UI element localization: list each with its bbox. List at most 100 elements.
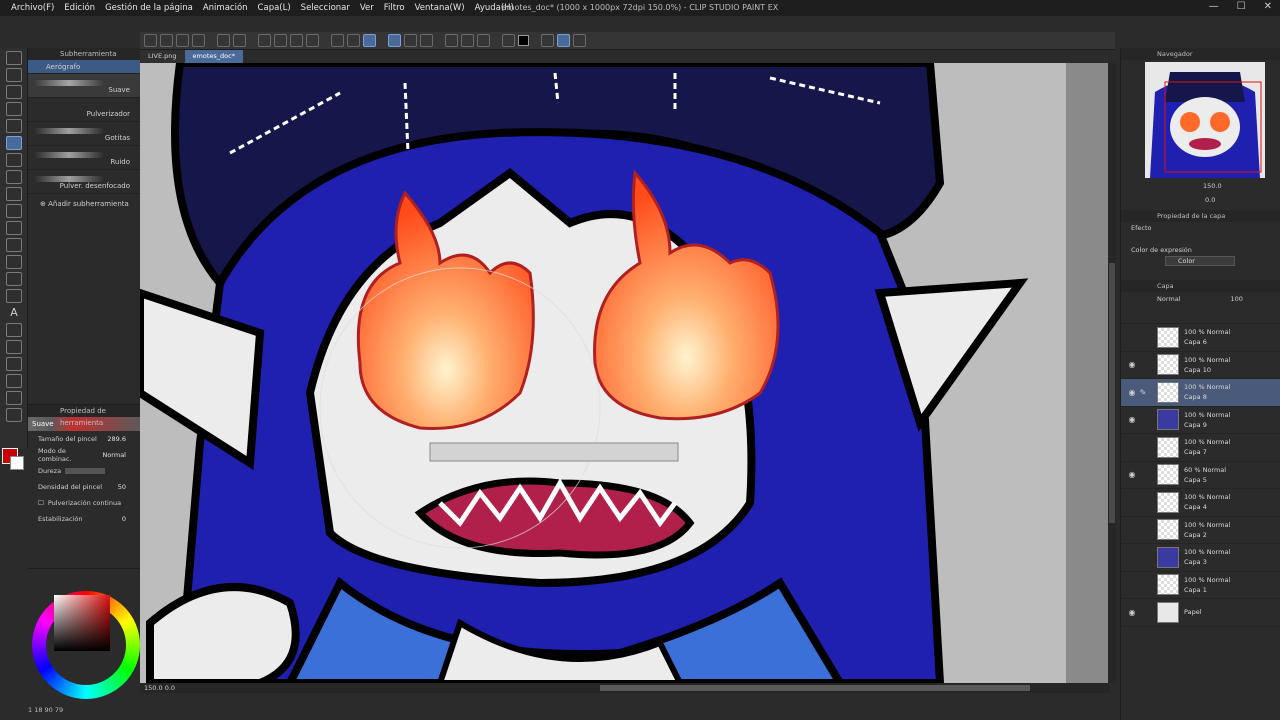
subtool-item-pulverizador[interactable]: Pulverizador [28, 98, 140, 122]
brush-density-value[interactable]: 50 [118, 483, 126, 491]
horizontal-scrollbar[interactable] [140, 683, 1110, 693]
brush-size-value[interactable]: 289.6 [107, 435, 126, 443]
balloon-tool-icon[interactable] [6, 323, 22, 337]
layer-row[interactable]: ◉ 100 % Normal Capa 10 [1121, 352, 1280, 379]
subtool-item-gotitas[interactable]: Gotitas [28, 122, 140, 146]
hand-tool-icon[interactable] [6, 374, 22, 388]
layer-row[interactable]: ◉ Papel [1121, 599, 1280, 627]
gradient-tool-icon[interactable] [6, 204, 22, 218]
eyedropper-tool-icon[interactable] [6, 408, 22, 422]
stabilization-row[interactable]: Estabilización 0 [28, 511, 140, 527]
layer-name[interactable]: Capa 5 [1184, 475, 1226, 485]
layer-row[interactable]: 100 % Normal Capa 1 [1121, 572, 1280, 599]
main-color-chip[interactable] [518, 35, 529, 46]
zoom-tool-icon[interactable] [6, 391, 22, 405]
new-file-icon[interactable] [160, 34, 173, 47]
layer-name[interactable]: Papel [1184, 607, 1202, 617]
zoom-readout[interactable]: 150.0 [144, 684, 163, 692]
mask-icon[interactable] [461, 34, 474, 47]
paint-bucket-tool-icon[interactable] [6, 255, 22, 269]
lasso-tool-icon[interactable] [6, 221, 22, 235]
minimize-icon[interactable]: — [1209, 1, 1219, 12]
subtool-item-pulver-desenfocado[interactable]: Pulver. desenfocado [28, 170, 140, 194]
saturation-value-square[interactable] [54, 595, 110, 651]
menu-item-edicion[interactable]: Edición [59, 2, 100, 14]
text-tool-icon[interactable]: A [6, 306, 22, 320]
lock-icon[interactable] [477, 34, 490, 47]
subtool-item-suave[interactable]: Suave [28, 74, 140, 98]
menu-item-capa[interactable]: Capa(L) [253, 2, 296, 14]
menu-item-filtro[interactable]: Filtro [379, 2, 410, 14]
move-tool-icon[interactable] [6, 272, 22, 286]
eye-icon[interactable]: ◉ [1127, 415, 1137, 424]
invert-selection-icon[interactable] [347, 34, 360, 47]
blend-mode-row[interactable]: Modo de combinac. Normal [28, 447, 140, 463]
pencil-tool-icon[interactable] [6, 68, 22, 82]
layer-name[interactable]: Capa 7 [1184, 447, 1230, 457]
brush-density-row[interactable]: Densidad del pincel 50 [28, 479, 140, 495]
maximize-icon[interactable]: ☐ [1237, 1, 1246, 12]
eye-icon[interactable]: ◉ [1127, 470, 1137, 479]
layer-row[interactable]: 100 % Normal Capa 6 [1121, 324, 1280, 352]
transparent-color-icon[interactable] [557, 34, 570, 47]
sub-color-swatch[interactable] [10, 456, 24, 470]
eye-icon[interactable]: ◉ [1127, 360, 1137, 369]
layer-name[interactable]: Capa 1 [1184, 585, 1230, 595]
line-tool-icon[interactable] [6, 289, 22, 303]
brush-size-row[interactable]: Tamaño del pincel 289.6 [28, 431, 140, 447]
add-subtool-button[interactable]: ⊕ Añadir subherramienta [28, 194, 140, 208]
hardness-slider[interactable] [65, 468, 106, 474]
vertical-scrollbar[interactable] [1108, 63, 1116, 683]
eyedropper-icon[interactable] [541, 34, 554, 47]
marker-tool-icon[interactable] [6, 102, 22, 116]
show-selection-icon[interactable] [363, 34, 376, 47]
transform-icon[interactable] [290, 34, 303, 47]
fill-tool-icon[interactable] [6, 187, 22, 201]
checkbox-icon[interactable]: ☐ [38, 499, 44, 507]
undo-icon[interactable] [217, 34, 230, 47]
perspective-icon[interactable] [420, 34, 433, 47]
layer-name[interactable]: Capa 10 [1184, 365, 1230, 375]
navigator-zoom[interactable]: 150.0 [1203, 182, 1222, 190]
tab-live[interactable]: LIVE.png [140, 50, 185, 63]
brush-tool-icon[interactable] [6, 85, 22, 99]
clear-icon[interactable] [258, 34, 271, 47]
menu-item-archivo[interactable]: Archivo(F) [6, 2, 59, 14]
pencil-mode-icon[interactable] [573, 34, 586, 47]
crop-icon[interactable] [306, 34, 319, 47]
layer-row[interactable]: ◉ 100 % Normal Capa 9 [1121, 407, 1280, 434]
tab-emotes-doc[interactable]: emotes_doc* [184, 50, 243, 63]
layer-row[interactable]: ◉ ✎ 100 % Normal Capa 8 [1121, 379, 1280, 407]
layer-name[interactable]: Capa 2 [1184, 530, 1230, 540]
navigator-preview[interactable] [1145, 62, 1265, 178]
blend-mode-select[interactable]: Normal [102, 451, 126, 459]
blend-tool-icon[interactable] [6, 170, 22, 184]
layer-row[interactable]: ◉ 60 % Normal Capa 5 [1121, 462, 1280, 489]
angle-readout[interactable]: 0.0 [165, 684, 175, 692]
layer-blend-select[interactable]: Normal [1157, 295, 1181, 303]
subtool-item-ruido[interactable]: Ruido [28, 146, 140, 170]
menu-item-ver[interactable]: Ver [355, 2, 379, 14]
snap-icon[interactable] [388, 34, 401, 47]
layer-row[interactable]: 100 % Normal Capa 2 [1121, 517, 1280, 544]
decoration-tool-icon[interactable] [6, 153, 22, 167]
layer-opacity-value[interactable]: 100 [1231, 295, 1243, 303]
subtool-group[interactable]: Aerógrafo [28, 60, 140, 74]
menu-item-seleccionar[interactable]: Seleccionar [296, 2, 355, 14]
deselect-icon[interactable] [331, 34, 344, 47]
eye-icon[interactable]: ◉ [1127, 608, 1137, 617]
pen-pressure-icon[interactable] [502, 34, 515, 47]
canvas[interactable] [140, 63, 1115, 683]
layer-name[interactable]: Capa 8 [1184, 392, 1230, 402]
layer-name[interactable]: Capa 9 [1184, 420, 1230, 430]
continuous-spray-row[interactable]: ☐ Pulverización continua [28, 495, 140, 511]
menu-item-gestion-pagina[interactable]: Gestión de la página [100, 2, 198, 14]
pen-tool-icon[interactable] [6, 51, 22, 65]
layer-row[interactable]: 100 % Normal Capa 3 [1121, 544, 1280, 572]
airbrush-tool-icon[interactable] [6, 136, 22, 150]
layer-row[interactable]: 100 % Normal Capa 4 [1121, 489, 1280, 517]
layer-name[interactable]: Capa 4 [1184, 502, 1230, 512]
close-icon[interactable]: ✕ [1264, 1, 1272, 12]
menu-item-ayuda[interactable]: Ayuda(H) [470, 2, 519, 14]
redo-icon[interactable] [233, 34, 246, 47]
